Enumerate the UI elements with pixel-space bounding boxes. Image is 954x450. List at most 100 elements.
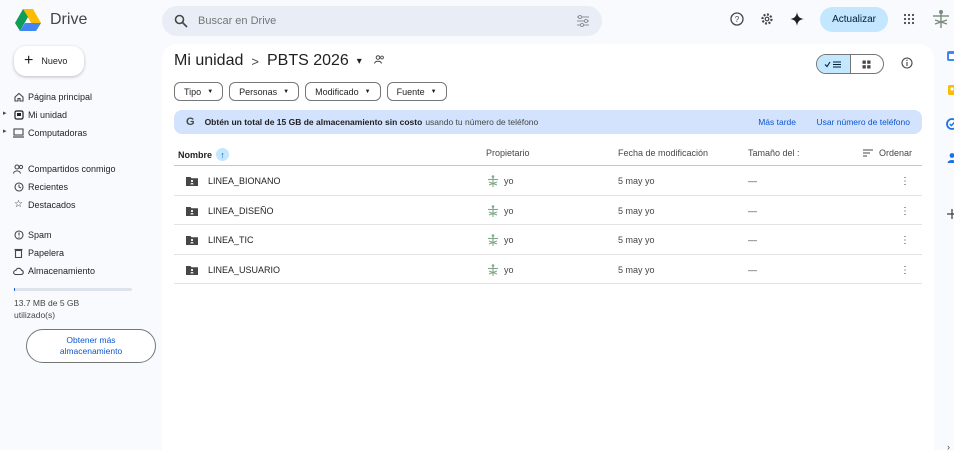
google-g-icon: G: [186, 116, 195, 128]
storage-usage-bar: [14, 288, 132, 291]
cloud-icon: [13, 265, 24, 276]
contacts-icon[interactable]: [946, 152, 954, 164]
help-icon[interactable]: ?: [724, 6, 750, 32]
svg-text:?: ?: [735, 15, 740, 24]
sidebar-item-trash[interactable]: Papelera: [0, 244, 150, 262]
filter-modified-chip[interactable]: Modificado ▼: [305, 82, 381, 101]
chevron-down-icon: ▼: [430, 88, 437, 95]
sort-ascending-icon[interactable]: ↑: [216, 148, 230, 161]
table-row[interactable]: LINEA_USUARIO yo 5 may yo — ⋮: [174, 255, 922, 284]
shared-folder-icon: [373, 55, 385, 67]
filter-type-chip[interactable]: Tipo ▼: [174, 82, 224, 101]
column-header-modified[interactable]: Fecha de modificación: [618, 148, 708, 158]
search-options-icon[interactable]: [576, 15, 590, 27]
sidebar-item-starred[interactable]: ☆ Destacados: [0, 196, 150, 214]
tasks-icon[interactable]: [946, 118, 954, 130]
column-header-name[interactable]: Nombre ↑: [178, 148, 230, 161]
sidebar-item-computers[interactable]: ▸ Computadoras: [0, 124, 150, 142]
shared-folder-icon: [186, 265, 198, 275]
apps-grid-icon[interactable]: [896, 6, 922, 32]
shared-folder-icon: [186, 235, 198, 245]
table-row[interactable]: LINEA_BIONANO yo 5 may yo — ⋮: [174, 166, 922, 196]
table-row[interactable]: LINEA_DISEÑO yo 5 may yo — ⋮: [174, 196, 922, 225]
file-name[interactable]: LINEA_BIONANO: [208, 176, 281, 186]
get-more-storage-button[interactable]: Obtener más almacenamiento: [26, 329, 156, 363]
calendar-icon[interactable]: [946, 50, 954, 62]
info-icon[interactable]: [900, 56, 914, 70]
list-view-button[interactable]: [817, 55, 851, 73]
banner-use-phone-button[interactable]: Usar número de teléfono: [816, 117, 910, 127]
chip-label: Personas: [239, 86, 278, 97]
sena-logo-icon: [933, 10, 949, 28]
account-avatar[interactable]: [928, 6, 954, 32]
chip-label: Fuente: [396, 86, 425, 97]
file-owner-label: yo: [504, 235, 514, 245]
chevron-down-icon: ▼: [207, 88, 214, 95]
sidebar-item-shared[interactable]: Compartidos conmigo: [0, 160, 150, 178]
breadcrumb-separator: >: [251, 53, 259, 69]
file-size: —: [748, 264, 757, 275]
shared-folder-icon: [186, 176, 198, 186]
file-owner-label: yo: [504, 264, 514, 275]
owner-avatar-icon: [488, 175, 498, 187]
sidebar-item-spam[interactable]: Spam: [0, 226, 150, 244]
file-size: —: [748, 176, 757, 186]
computer-icon: [13, 127, 24, 138]
storage-offer-banner: G Obtén un total de 15 GB de almacenamie…: [174, 110, 922, 134]
banner-later-button[interactable]: Más tarde: [758, 117, 796, 127]
search-icon[interactable]: [174, 14, 188, 28]
file-list: LINEA_BIONANO yo 5 may yo — ⋮ LINEA_DISEÑO yo 5…: [174, 166, 922, 284]
settings-icon[interactable]: [754, 6, 780, 32]
column-header-owner[interactable]: Propietario: [486, 148, 530, 158]
sort-menu-button[interactable]: Ordenar: [862, 148, 912, 158]
sidebar-item-home[interactable]: Página principal: [0, 88, 150, 106]
sidebar-item-label: Mi unidad: [28, 110, 68, 120]
app-name: Drive: [50, 11, 88, 28]
home-icon: [13, 91, 24, 102]
sort-label: Ordenar: [878, 148, 912, 158]
keep-icon[interactable]: [946, 84, 954, 96]
breadcrumb-root[interactable]: Mi unidad: [174, 52, 243, 70]
filter-people-chip[interactable]: Personas ▼: [229, 82, 300, 101]
sidebar-item-my-drive[interactable]: ▸ Mi unidad: [0, 106, 150, 124]
expand-side-panel-icon[interactable]: ›: [947, 442, 950, 450]
more-actions-icon[interactable]: ⋮: [900, 176, 910, 187]
file-table-header: Nombre ↑ Propietario Fecha de modificaci…: [174, 140, 922, 166]
storage-usage-fill: [14, 288, 16, 291]
file-modified-date: 5 may yo: [618, 235, 655, 245]
file-name[interactable]: LINEA_USUARIO: [208, 265, 280, 275]
folder-menu-dropdown-icon[interactable]: ▾: [357, 56, 362, 67]
upgrade-button[interactable]: Actualizar: [820, 6, 888, 32]
chip-label: Tipo: [184, 86, 202, 97]
search-bar[interactable]: [162, 6, 602, 36]
owner-avatar-icon: [488, 234, 498, 246]
file-modified-date: 5 may yo: [618, 264, 655, 275]
sidebar-item-storage[interactable]: Almacenamiento: [0, 262, 150, 280]
file-name[interactable]: LINEA_DISEÑO: [208, 206, 274, 216]
more-actions-icon[interactable]: ⋮: [900, 235, 910, 246]
list-view-icon: [824, 61, 842, 67]
filter-source-chip[interactable]: Fuente ▼: [386, 82, 447, 101]
table-row[interactable]: LINEA_TIC yo 5 may yo — ⋮: [174, 225, 922, 255]
search-input[interactable]: [198, 15, 576, 27]
gemini-sparkle-icon[interactable]: [784, 6, 810, 32]
column-header-size[interactable]: Tamaño del :: [748, 148, 800, 158]
drive-icon: [13, 109, 24, 120]
new-button[interactable]: + Nuevo: [14, 46, 84, 76]
file-name[interactable]: LINEA_TIC: [208, 235, 254, 245]
expand-caret-icon[interactable]: ▸: [3, 109, 7, 117]
drive-logo-icon: [15, 9, 41, 31]
grid-view-button[interactable]: [851, 55, 884, 73]
add-app-icon[interactable]: [946, 208, 954, 220]
expand-caret-icon[interactable]: ▸: [3, 127, 7, 135]
drive-logo[interactable]: Drive: [14, 8, 87, 32]
chevron-down-icon: ▼: [364, 88, 371, 95]
file-owner: yo: [486, 174, 514, 188]
sidebar-item-recent[interactable]: Recientes: [0, 178, 150, 196]
breadcrumb-current[interactable]: PBTS 2026: [267, 52, 349, 70]
people-icon: [13, 163, 24, 174]
more-actions-icon[interactable]: ⋮: [900, 265, 910, 276]
chevron-down-icon: ▼: [283, 88, 290, 95]
file-modified-date: 5 may yo: [618, 176, 655, 186]
more-actions-icon[interactable]: ⋮: [900, 206, 910, 217]
